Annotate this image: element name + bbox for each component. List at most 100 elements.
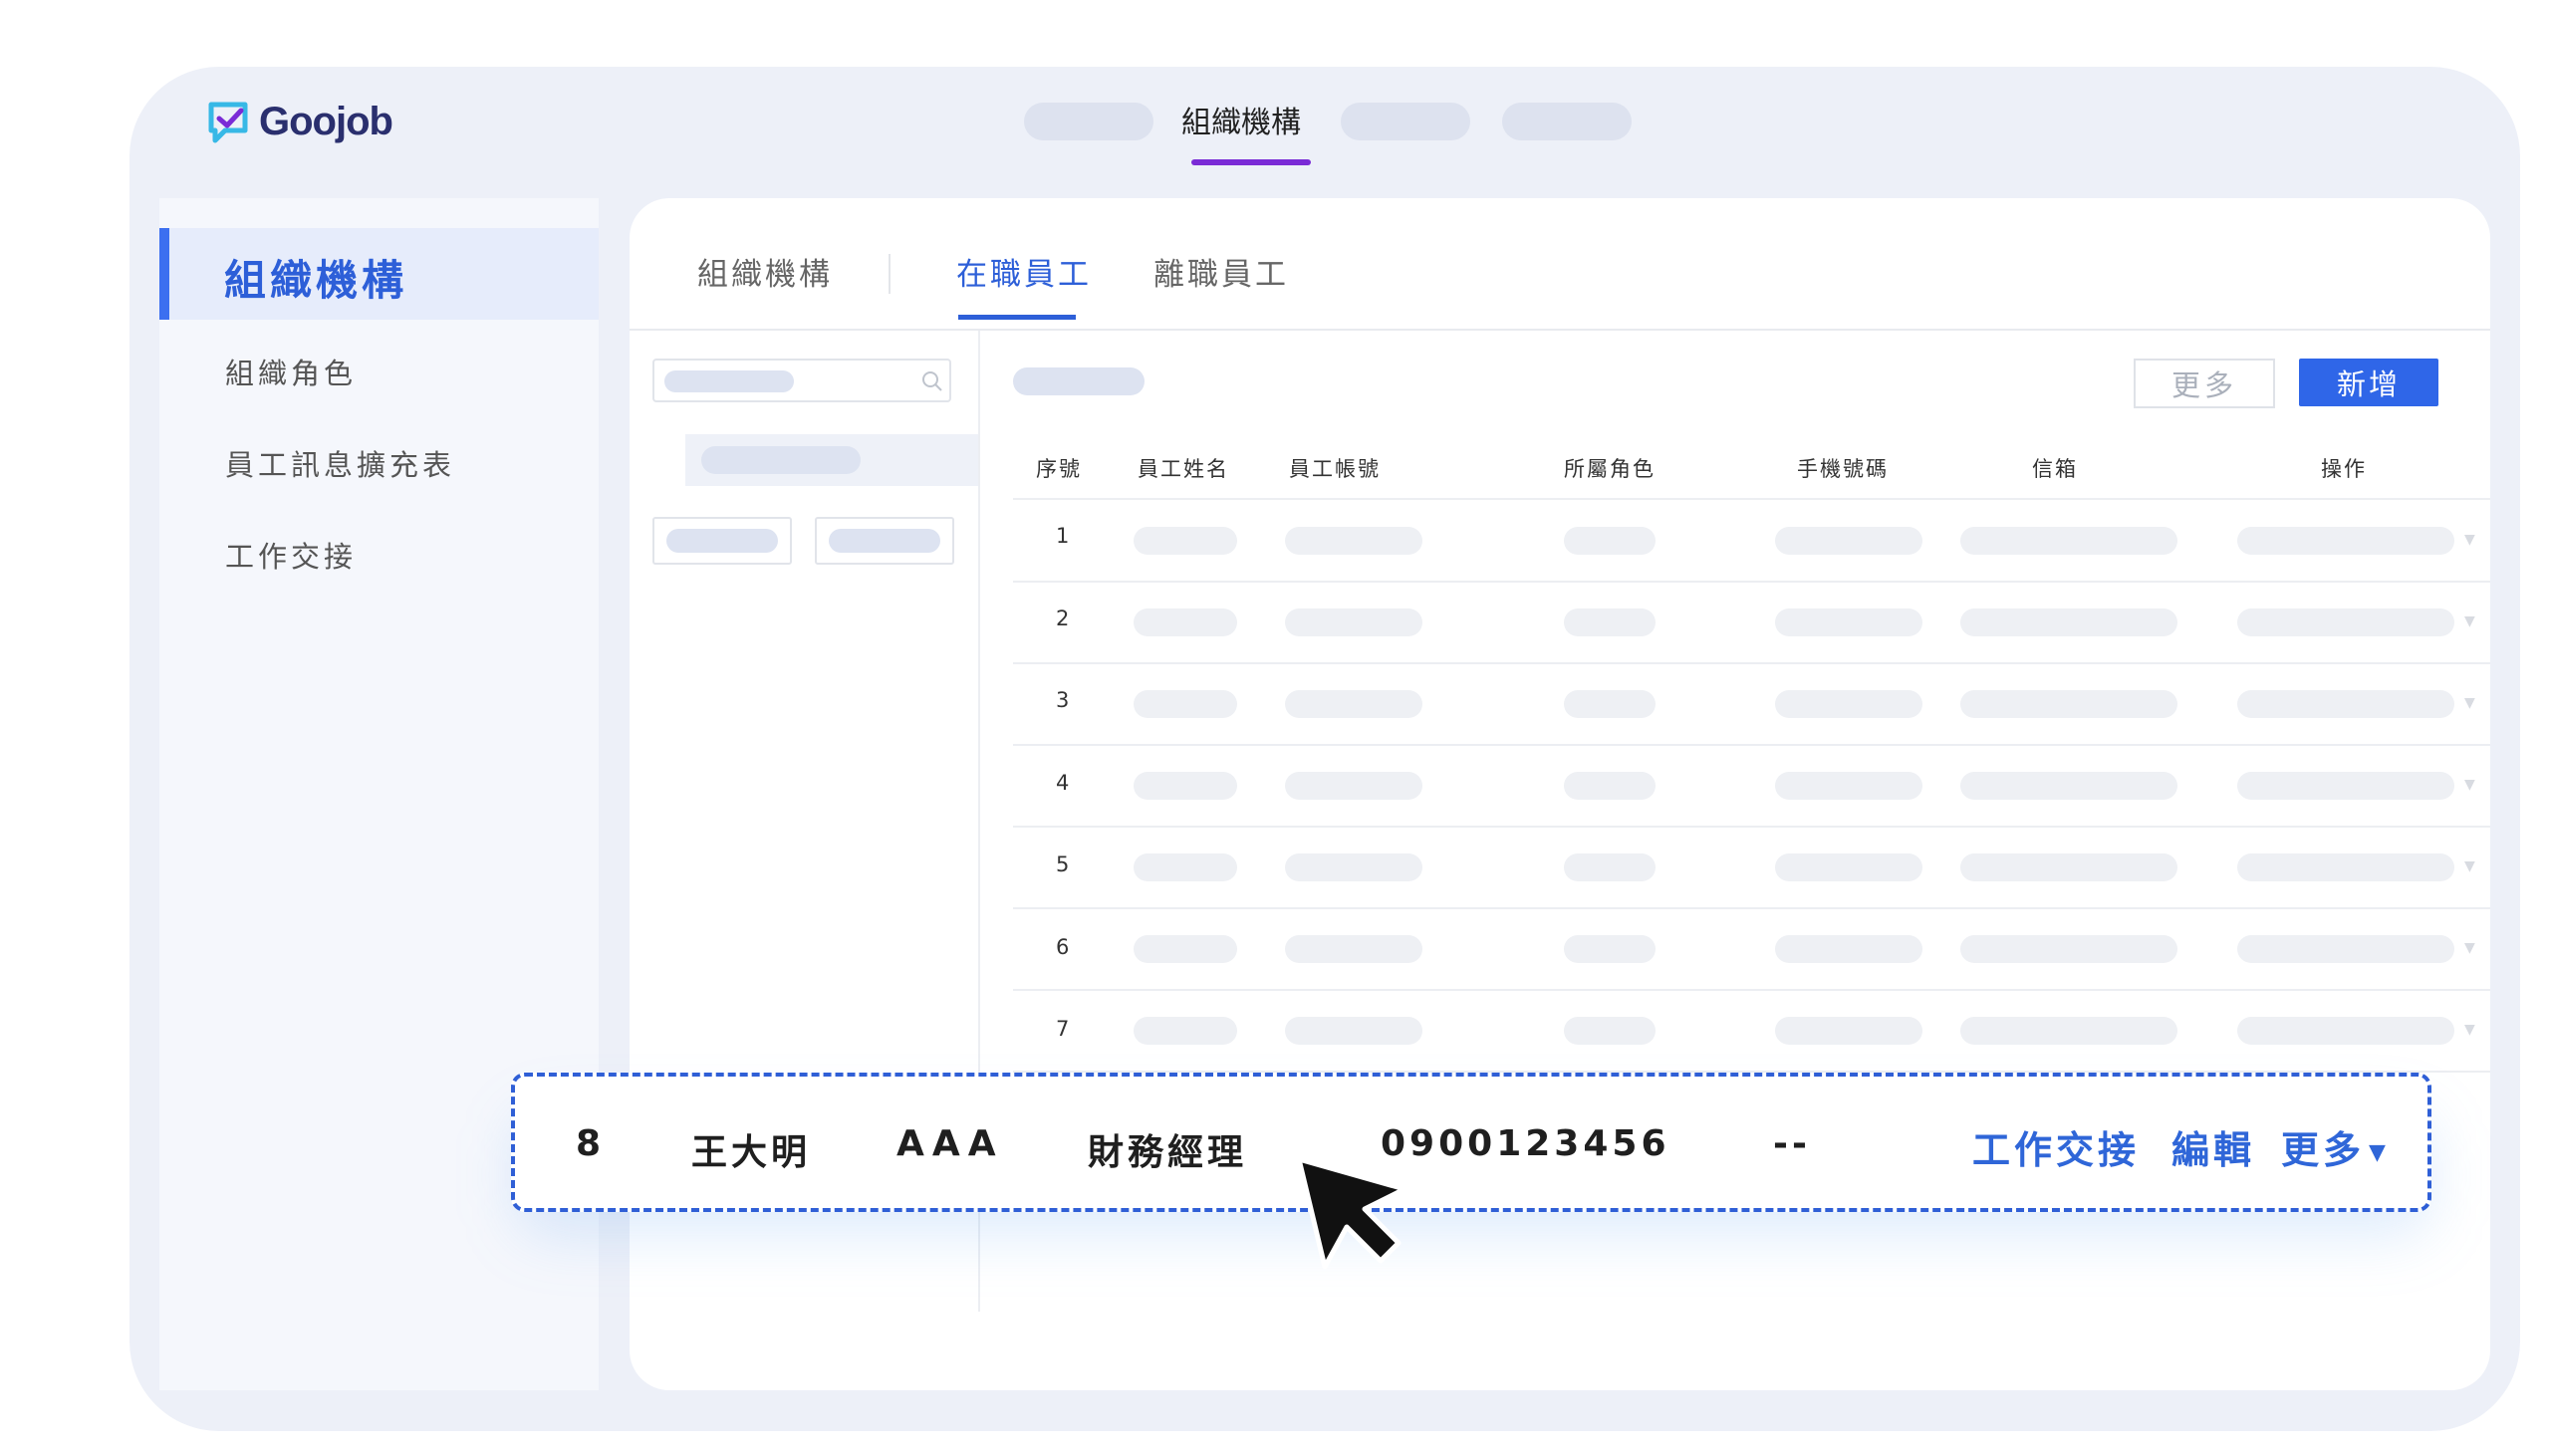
cell-placeholder — [1285, 853, 1422, 881]
top-nav-item[interactable] — [1502, 103, 1632, 140]
cell-placeholder — [1960, 853, 2177, 881]
cell-placeholder — [1134, 527, 1237, 555]
cell-placeholder — [1285, 772, 1422, 800]
cell-placeholder — [1775, 527, 1922, 555]
employee-email: -- — [1773, 1123, 1811, 1164]
cell-placeholder — [1960, 608, 2177, 636]
org-tree-item-selected[interactable] — [685, 434, 978, 486]
chevron-down-icon[interactable]: ▼ — [2464, 858, 2475, 874]
cell-placeholder — [1134, 935, 1237, 963]
cell-placeholder — [1564, 608, 1656, 636]
row-border — [1013, 907, 2490, 909]
cell-placeholder — [1134, 608, 1237, 636]
work-handover-link[interactable]: 工作交接 — [1972, 1119, 2140, 1174]
tab-active-employees[interactable]: 在職員工 — [956, 249, 1092, 294]
caret-down-icon: ▼ — [2369, 1140, 2390, 1165]
cell-placeholder — [1134, 853, 1237, 881]
row-index: 7 — [1056, 1017, 1070, 1041]
tab-divider — [889, 254, 891, 294]
employee-name: 王大明 — [691, 1132, 812, 1173]
tab-active-indicator — [958, 315, 1076, 320]
cell-placeholder — [1134, 772, 1237, 800]
cell-placeholder — [1775, 853, 1922, 881]
cell-placeholder — [1285, 935, 1422, 963]
cell-placeholder — [1960, 772, 2177, 800]
row-index: 8 — [576, 1123, 606, 1164]
tab-former-employees[interactable]: 離職員工 — [1153, 249, 1289, 294]
employee-phone: 0900123456 — [1381, 1123, 1670, 1164]
chevron-down-icon[interactable]: ▼ — [2464, 695, 2475, 711]
cell-placeholder — [1564, 935, 1656, 963]
cell-placeholder — [2237, 527, 2454, 555]
row-index: 2 — [1056, 607, 1070, 630]
filter-button-label — [829, 529, 940, 553]
tab-organization[interactable]: 組織機構 — [697, 249, 833, 294]
row-border — [1013, 581, 2490, 583]
cell-placeholder — [1775, 772, 1922, 800]
cell-placeholder — [1564, 853, 1656, 881]
cell-placeholder — [1564, 772, 1656, 800]
filter-button[interactable] — [652, 517, 792, 565]
top-nav-item[interactable] — [1024, 103, 1153, 140]
col-header-email: 信箱 — [2032, 457, 2078, 481]
more-dropdown[interactable]: 更多 ▼ — [2281, 1119, 2390, 1174]
row-border — [1013, 662, 2490, 664]
cell-placeholder — [2237, 935, 2454, 963]
goojob-logo-icon — [208, 102, 248, 142]
employee-role: 財務經理 — [1088, 1132, 1248, 1173]
org-tree-item-label — [701, 446, 861, 474]
col-header-actions: 操作 — [2321, 457, 2367, 481]
sidebar-item-employee-info-ext[interactable]: 員工訊息擴充表 — [225, 442, 455, 484]
cell-placeholder — [2237, 608, 2454, 636]
top-nav-item-active[interactable]: 組織機構 — [1181, 98, 1301, 141]
table-title-placeholder — [1013, 367, 1145, 395]
cell-placeholder — [1285, 690, 1422, 718]
cell-placeholder — [1134, 1017, 1237, 1045]
tab-bar-border — [630, 329, 2490, 331]
cell-placeholder — [1960, 1017, 2177, 1045]
sidebar-item-org-roles[interactable]: 組織角色 — [225, 351, 357, 392]
filter-button-label — [666, 529, 778, 553]
cell-placeholder — [2237, 772, 2454, 800]
cell-placeholder — [1564, 527, 1656, 555]
top-nav-item[interactable] — [1341, 103, 1470, 140]
top-nav-active-indicator — [1191, 159, 1311, 165]
search-placeholder — [664, 370, 794, 392]
cell-placeholder — [1564, 1017, 1656, 1045]
sidebar-item-org-label: 組織機構 — [224, 256, 408, 305]
cell-placeholder — [1960, 527, 2177, 555]
cell-placeholder — [1285, 527, 1422, 555]
add-button[interactable]: 新增 — [2299, 359, 2438, 406]
cell-placeholder — [1134, 690, 1237, 718]
cell-placeholder — [1960, 690, 2177, 718]
search-icon — [922, 371, 942, 391]
logo: Goojob — [207, 100, 393, 144]
sidebar-active-indicator — [159, 228, 169, 320]
chevron-down-icon[interactable]: ▼ — [2464, 940, 2475, 956]
col-header-phone: 手機號碼 — [1797, 457, 1889, 481]
row-index: 5 — [1056, 852, 1070, 876]
chevron-down-icon[interactable]: ▼ — [2464, 532, 2475, 548]
cell-placeholder — [1564, 690, 1656, 718]
sidebar-item-work-handover[interactable]: 工作交接 — [225, 534, 357, 576]
col-header-name: 員工姓名 — [1138, 457, 1229, 481]
cell-placeholder — [2237, 853, 2454, 881]
row-index: 3 — [1056, 688, 1070, 712]
chevron-down-icon[interactable]: ▼ — [2464, 777, 2475, 793]
brand-name: Goojob — [259, 100, 393, 143]
chevron-down-icon[interactable]: ▼ — [2464, 613, 2475, 629]
row-border — [1013, 744, 2490, 746]
cell-placeholder — [1960, 935, 2177, 963]
row-index: 4 — [1056, 771, 1070, 795]
row-border — [1013, 826, 2490, 828]
cell-placeholder — [1775, 608, 1922, 636]
edit-link[interactable]: 編輯 — [2171, 1119, 2255, 1174]
chevron-down-icon[interactable]: ▼ — [2464, 1022, 2475, 1038]
col-header-account: 員工帳號 — [1289, 457, 1381, 481]
col-header-role: 所屬角色 — [1564, 457, 1656, 481]
filter-button[interactable] — [815, 517, 954, 565]
mouse-cursor-icon — [1296, 1156, 1407, 1270]
search-input[interactable] — [652, 359, 951, 402]
more-button[interactable]: 更多 — [2134, 359, 2275, 408]
row-border — [1013, 989, 2490, 991]
